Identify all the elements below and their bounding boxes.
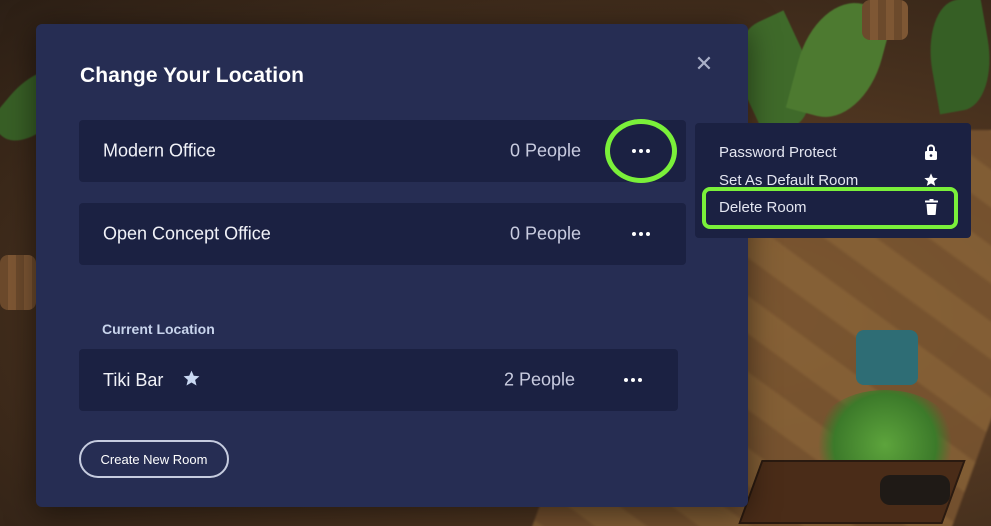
room-name: Modern Office — [103, 140, 216, 161]
close-icon[interactable]: ✕ — [694, 53, 714, 75]
room-name: Tiki Bar — [103, 370, 164, 390]
room-name-wrapper: Tiki Bar — [103, 369, 201, 391]
barrel — [0, 255, 36, 310]
room-people-count: 2 People — [504, 369, 576, 390]
room-options-menu: Password Protect Set As Default Room Del… — [695, 123, 971, 238]
menu-item-label: Password Protect — [719, 143, 837, 161]
menu-item-set-as-default-room[interactable]: Set As Default Room — [719, 168, 939, 192]
menu-item-label: Delete Room — [719, 198, 807, 216]
more-options-icon[interactable] — [622, 375, 644, 385]
star-icon — [183, 370, 200, 386]
room-people-count: 0 People — [510, 223, 582, 244]
dialog-title: Change Your Location — [80, 64, 305, 87]
menu-item-password-protect[interactable]: Password Protect — [719, 140, 939, 164]
teal-cushion — [856, 330, 918, 385]
create-new-room-button[interactable]: Create New Room — [79, 440, 229, 478]
more-options-icon[interactable] — [630, 229, 652, 239]
current-location-label: Current Location — [102, 321, 215, 337]
plant-leaf — [920, 0, 991, 115]
dark-pillow — [880, 475, 950, 505]
star-icon — [923, 172, 939, 188]
room-name: Open Concept Office — [103, 223, 271, 244]
more-options-icon[interactable] — [630, 146, 652, 156]
room-row-tiki-bar[interactable]: Tiki Bar 2 People — [79, 349, 678, 411]
room-row-open-concept-office[interactable]: Open Concept Office 0 People — [79, 203, 686, 265]
change-location-dialog — [36, 24, 748, 507]
lock-icon — [923, 144, 939, 160]
room-row-modern-office[interactable]: Modern Office 0 People — [79, 120, 686, 182]
menu-item-delete-room[interactable]: Delete Room — [719, 195, 939, 219]
menu-item-label: Set As Default Room — [719, 171, 859, 189]
barrel — [862, 0, 908, 40]
room-people-count: 0 People — [510, 140, 582, 161]
trash-icon — [923, 199, 939, 215]
